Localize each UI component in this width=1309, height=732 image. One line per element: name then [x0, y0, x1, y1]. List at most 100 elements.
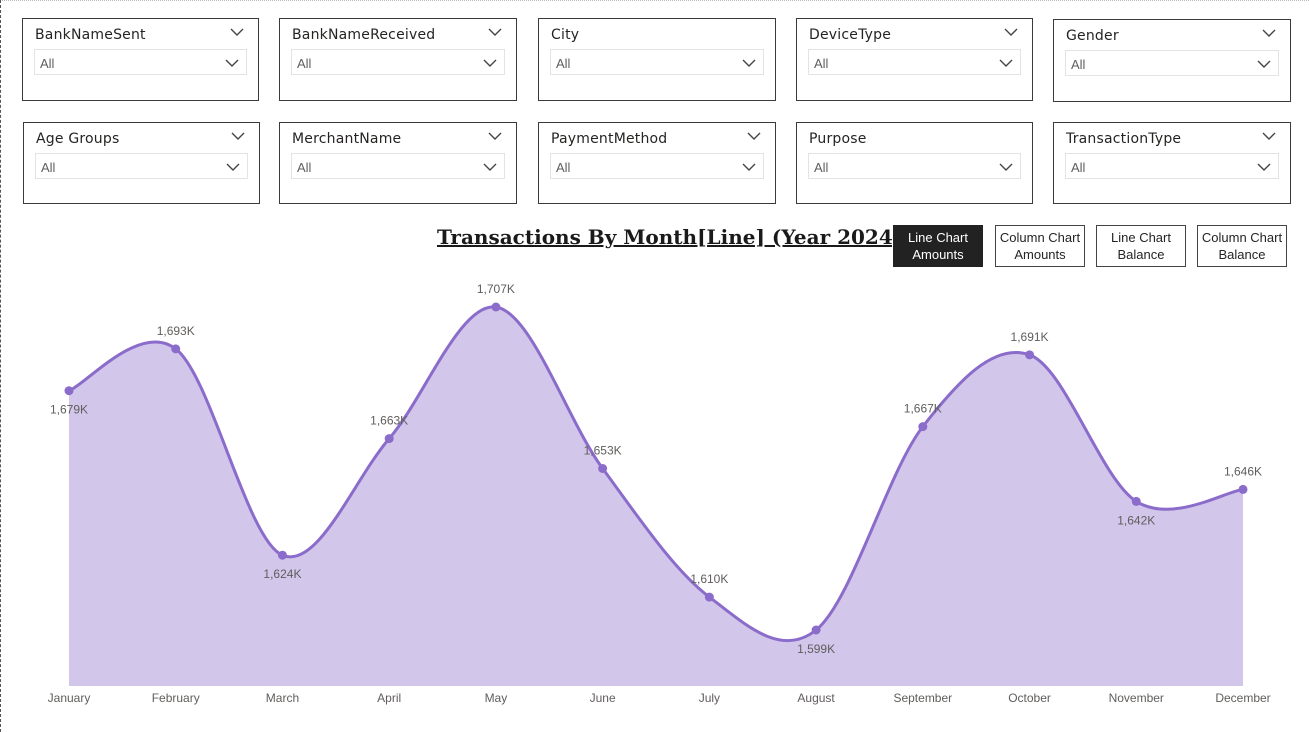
chevron-down-icon: [1257, 60, 1271, 68]
chevron-down-icon: [225, 59, 239, 67]
chevron-down-icon[interactable]: [1262, 28, 1276, 38]
slicer-value: All: [556, 160, 571, 175]
x-axis-tick-label: January: [48, 691, 91, 705]
x-axis-tick-label: September: [893, 691, 952, 705]
data-point[interactable]: [1238, 484, 1248, 494]
data-point[interactable]: [64, 386, 74, 396]
slicer-value: All: [1071, 57, 1086, 72]
x-axis-tick-label: February: [152, 691, 200, 705]
chevron-down-icon[interactable]: [230, 27, 244, 37]
slicer-title: Age Groups: [36, 131, 120, 147]
line-chart-amounts-button[interactable]: Line Chart Amounts: [893, 225, 983, 267]
data-label: 1,624K: [263, 567, 301, 581]
slicer-transaction-type[interactable]: TransactionType All: [1053, 122, 1291, 204]
slicer-gender[interactable]: Gender All: [1053, 19, 1291, 102]
data-point[interactable]: [384, 434, 394, 444]
button-label: Column Chart Balance: [1201, 230, 1283, 262]
data-label: 1,679K: [50, 403, 88, 417]
data-point[interactable]: [491, 302, 501, 312]
data-point[interactable]: [704, 592, 714, 602]
data-point[interactable]: [277, 550, 287, 560]
data-label: 1,667K: [904, 402, 942, 416]
x-axis-tick-label: March: [266, 691, 299, 705]
slicer-merchant-name[interactable]: MerchantName All: [279, 122, 517, 204]
slicer-title: PaymentMethod: [551, 131, 668, 147]
data-label: 1,646K: [1224, 464, 1262, 478]
chevron-down-icon[interactable]: [488, 131, 502, 141]
data-point[interactable]: [1131, 496, 1141, 506]
data-point[interactable]: [1025, 350, 1035, 360]
data-point[interactable]: [598, 464, 608, 473]
slicer-title: Purpose: [809, 131, 867, 147]
chevron-down-icon: [483, 163, 497, 171]
slicer-value: All: [814, 160, 829, 175]
data-label: 1,599K: [797, 642, 835, 656]
slicer-age-groups[interactable]: Age Groups All: [23, 122, 260, 204]
column-chart-balance-button[interactable]: Column Chart Balance: [1197, 225, 1287, 267]
slicer-dropdown[interactable]: All: [550, 153, 764, 179]
x-axis-tick-label: July: [699, 691, 720, 705]
slicer-dropdown[interactable]: All: [1065, 153, 1279, 179]
slicer-value: All: [297, 160, 312, 175]
slicer-city[interactable]: City All: [538, 18, 776, 101]
slicer-bank-name-received[interactable]: BankNameReceived All: [279, 18, 517, 101]
button-label: Column Chart Amounts: [999, 230, 1081, 262]
chevron-down-icon[interactable]: [1262, 131, 1276, 141]
slicer-dropdown[interactable]: All: [808, 49, 1021, 75]
chevron-down-icon[interactable]: [231, 131, 245, 141]
slicer-value: All: [556, 56, 571, 71]
slicer-dropdown[interactable]: All: [1065, 50, 1279, 76]
data-label: 1,653K: [584, 444, 622, 458]
slicer-value: All: [814, 56, 829, 71]
chevron-down-icon: [1257, 163, 1271, 171]
chevron-down-icon[interactable]: [1004, 27, 1018, 37]
data-label: 1,691K: [1011, 330, 1049, 344]
chevron-down-icon: [483, 59, 497, 67]
chevron-down-icon[interactable]: [488, 27, 502, 37]
button-label: Line Chart Amounts: [908, 230, 968, 262]
slicer-title: TransactionType: [1066, 131, 1182, 147]
slicer-dropdown[interactable]: All: [550, 49, 764, 75]
x-axis-tick-label: November: [1109, 691, 1164, 705]
slicer-value: All: [1071, 160, 1086, 175]
chevron-down-icon: [742, 163, 756, 171]
x-axis-tick-label: June: [590, 691, 616, 705]
data-point[interactable]: [811, 625, 821, 635]
x-axis-tick-label: October: [1008, 691, 1051, 705]
data-point[interactable]: [918, 422, 928, 432]
slicer-dropdown[interactable]: All: [291, 49, 505, 75]
line-chart-balance-button[interactable]: Line Chart Balance: [1096, 225, 1186, 267]
data-label: 1,707K: [477, 282, 515, 296]
slicer-title: BankNameSent: [35, 27, 146, 43]
data-label: 1,693K: [157, 324, 195, 338]
data-label: 1,610K: [690, 572, 728, 586]
slicer-dropdown[interactable]: All: [35, 153, 248, 179]
x-axis-tick-label: August: [797, 691, 835, 705]
slicer-value: All: [40, 56, 55, 71]
transactions-area-chart: 1,679K January 1,693K February 1,624K March 1,…: [48, 282, 1271, 705]
slicer-title: BankNameReceived: [292, 27, 436, 43]
slicer-device-type[interactable]: DeviceType All: [796, 18, 1033, 101]
column-chart-amounts-button[interactable]: Column Chart Amounts: [995, 225, 1085, 267]
data-point[interactable]: [171, 344, 181, 354]
slicer-title: City: [551, 27, 580, 43]
button-label: Line Chart Balance: [1111, 230, 1171, 262]
chevron-down-icon: [226, 163, 240, 171]
slicer-title: DeviceType: [809, 27, 892, 43]
data-label: 1,642K: [1117, 513, 1155, 527]
chart-title: Transactions By Month[Line] (Year 2024): [437, 225, 903, 249]
chevron-down-icon[interactable]: [747, 131, 761, 141]
x-axis-tick-label: December: [1215, 691, 1270, 705]
slicer-bank-name-sent[interactable]: BankNameSent All: [22, 18, 259, 101]
slicer-dropdown[interactable]: All: [808, 153, 1021, 179]
slicer-value: All: [297, 56, 312, 71]
slicer-title: MerchantName: [292, 131, 402, 147]
slicer-dropdown[interactable]: All: [291, 153, 505, 179]
slicer-payment-method[interactable]: PaymentMethod All: [538, 122, 776, 204]
x-axis-tick-label: May: [485, 691, 508, 705]
chevron-down-icon: [999, 163, 1013, 171]
chevron-down-icon: [999, 59, 1013, 67]
slicer-dropdown[interactable]: All: [34, 49, 247, 75]
slicer-purpose[interactable]: Purpose All: [796, 122, 1033, 204]
slicer-title: Gender: [1066, 28, 1119, 44]
